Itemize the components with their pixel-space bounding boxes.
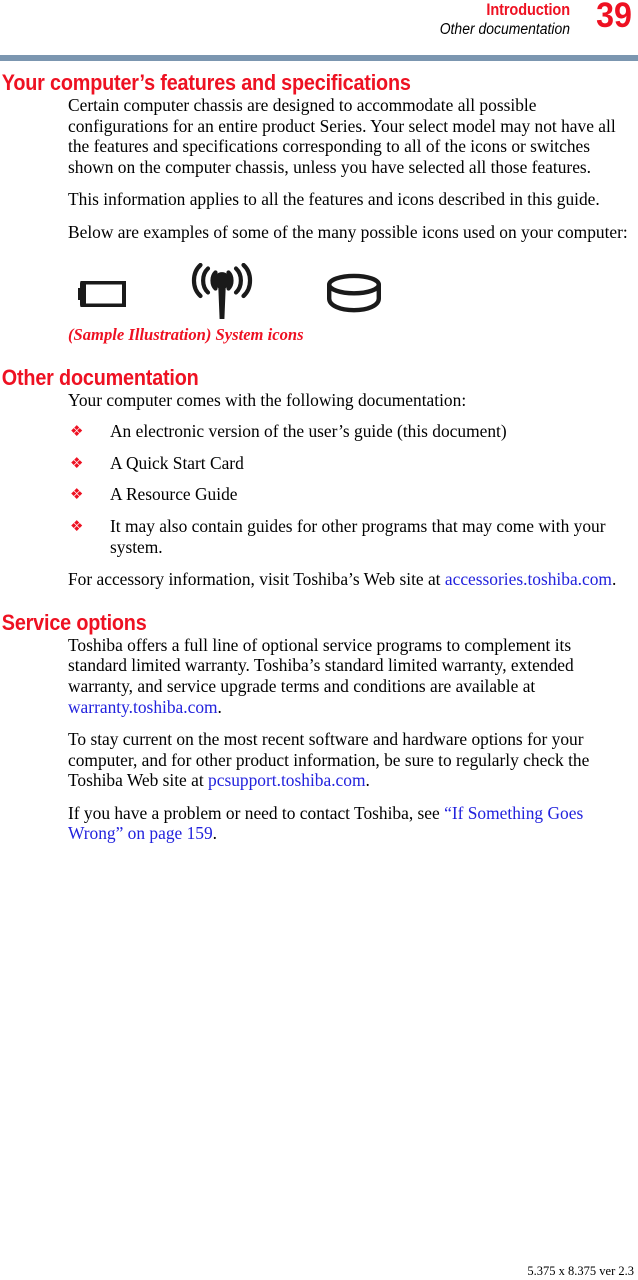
diamond-bullet-icon: ❖: [70, 453, 84, 472]
disk-drive-icon: [326, 273, 382, 318]
list-item: ❖ An electronic version of the user’s gu…: [68, 421, 632, 442]
diamond-bullet-icon: ❖: [70, 485, 84, 504]
wireless-antenna-icon: [191, 262, 253, 326]
service-text-before: Toshiba offers a full line of optional s…: [68, 634, 574, 696]
paragraph-contact-toshiba: If you have a problem or need to contact…: [68, 803, 634, 844]
running-header: Introduction Other documentation 39: [0, 0, 638, 52]
header-titles: Introduction Other documentation: [140, 1, 570, 39]
accessory-text-before: For accessory information, visit Toshiba…: [68, 569, 445, 590]
header-section-title: Other documentation: [439, 21, 570, 38]
figure-caption: (Sample Illustration) System icons: [68, 324, 304, 344]
list-item-label: A Quick Start Card: [110, 452, 244, 473]
section-heading-service-options: Service options: [1, 609, 147, 635]
document-page: Introduction Other documentation 39 Your…: [0, 0, 638, 1280]
paragraph-chassis-configurations: Certain computer chassis are designed to…: [68, 95, 616, 177]
list-item: ❖ A Quick Start Card: [68, 453, 632, 474]
header-divider-rule: [0, 55, 638, 61]
warranty-toshiba-link[interactable]: warranty.toshiba.com: [68, 697, 218, 717]
paragraph-stay-current: To stay current on the most recent softw…: [68, 729, 634, 791]
list-item-label: A Resource Guide: [110, 484, 238, 505]
page-number: 39: [596, 0, 632, 35]
diamond-bullet-icon: ❖: [70, 422, 84, 441]
paragraph-service-programs: Toshiba offers a full line of optional s…: [68, 635, 634, 717]
list-item: ❖ A Resource Guide: [68, 484, 632, 505]
diamond-bullet-icon: ❖: [70, 516, 84, 535]
accessories-toshiba-link[interactable]: accessories.toshiba.com: [445, 569, 612, 589]
support-text-after: .: [365, 770, 370, 791]
header-chapter-title: Introduction: [486, 1, 570, 19]
paragraph-documentation-intro: Your computer comes with the following d…: [68, 389, 467, 410]
pcsupport-toshiba-link[interactable]: pcsupport.toshiba.com: [208, 770, 365, 790]
accessory-text-after: .: [611, 569, 617, 590]
problem-text-after: .: [212, 823, 218, 844]
paragraph-accessory-information: For accessory information, visit Toshiba…: [68, 569, 634, 590]
documentation-bullet-list: ❖ An electronic version of the user’s gu…: [68, 421, 638, 557]
list-item: ❖ It may also contain guides for other p…: [68, 516, 632, 557]
paragraph-examples-intro: Below are examples of some of the many p…: [68, 221, 628, 242]
problem-text-before: If you have a problem or need to contact…: [68, 802, 445, 823]
page-content: Your computer’s features and specificati…: [0, 70, 638, 844]
battery-icon: [78, 278, 128, 312]
system-icons-figure: [68, 261, 638, 323]
list-item-label: It may also contain guides for other pro…: [110, 515, 606, 557]
section-heading-features: Your computer’s features and specificati…: [1, 70, 411, 95]
service-text-after: .: [217, 696, 222, 717]
page-footer-dimensions: 5.375 x 8.375 ver 2.3: [527, 1264, 634, 1278]
list-item-label: An electronic version of the user’s guid…: [110, 421, 507, 442]
paragraph-applies-to-all: This information applies to all the feat…: [68, 189, 600, 210]
section-heading-other-documentation: Other documentation: [1, 364, 199, 390]
